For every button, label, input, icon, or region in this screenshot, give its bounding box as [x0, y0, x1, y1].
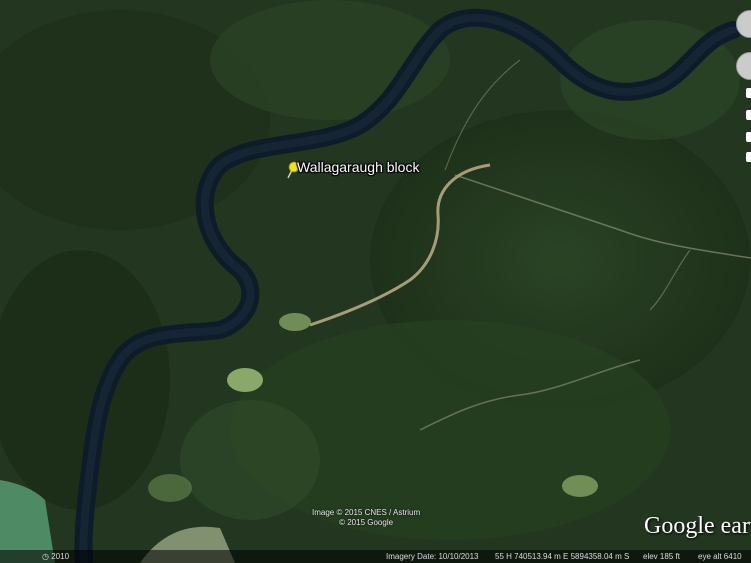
credit-line-2: © 2015 Google — [339, 518, 394, 527]
eye-altitude-readout: eye alt 6410 — [698, 552, 742, 561]
coordinates-readout: 55 H 740513.94 m E 5894358.04 m S — [495, 552, 630, 561]
elevation-readout: elev 185 ft — [643, 552, 680, 561]
imagery-date: Imagery Date: 10/10/2013 — [386, 552, 479, 561]
zoom-handle[interactable] — [746, 152, 751, 162]
historical-imagery-year[interactable]: ◷ 2010 — [42, 550, 69, 563]
clearing — [227, 368, 263, 392]
credit-line-1: Image © 2015 CNES / Astrium — [312, 508, 421, 517]
google-earth-logo: Google earth — [644, 513, 751, 539]
zoom-in-button[interactable] — [746, 88, 751, 98]
status-bar: Imagery Date: 10/10/2013 55 H 740513.94 … — [0, 550, 751, 563]
satellite-terrain — [0, 0, 751, 563]
zoom-out-button[interactable] — [746, 132, 751, 142]
placemark-label[interactable]: Wallagaraugh block — [297, 159, 419, 175]
satellite-map-view[interactable]: Wallagaraugh block Image © 2015 CNES / A… — [0, 0, 751, 563]
imagery-credits: Image © 2015 CNES / Astrium © 2015 Googl… — [312, 508, 420, 528]
zoom-slider[interactable] — [746, 110, 751, 120]
year-label: 2010 — [51, 552, 70, 561]
clock-icon: ◷ — [42, 552, 49, 561]
